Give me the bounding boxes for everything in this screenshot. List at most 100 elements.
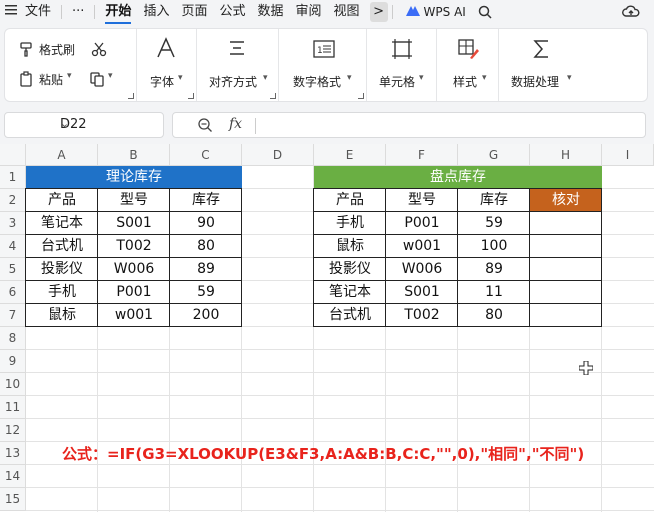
select-all-corner[interactable] bbox=[0, 144, 26, 166]
cell-dropdown-icon[interactable]: ▾ bbox=[419, 73, 424, 83]
wps-ai-button[interactable]: WPS AI bbox=[405, 5, 466, 20]
menu-view[interactable]: 视图 bbox=[328, 0, 366, 24]
number-format-button[interactable]: 数字格式 bbox=[293, 73, 341, 90]
row-header[interactable]: 7 bbox=[0, 304, 26, 327]
table-right-cell[interactable]: 笔记本 bbox=[314, 281, 386, 304]
cell-button[interactable]: 单元格 bbox=[379, 73, 415, 90]
style-icon[interactable] bbox=[457, 38, 479, 64]
table-left-cell[interactable]: 59 bbox=[170, 281, 242, 304]
formula-input[interactable]: fx bbox=[172, 112, 646, 138]
style-dropdown-icon[interactable]: ▾ bbox=[482, 73, 487, 83]
check-cell[interactable] bbox=[530, 281, 602, 304]
table-right-cell[interactable]: S001 bbox=[386, 281, 458, 304]
table-right-cell[interactable]: 鼠标 bbox=[314, 235, 386, 258]
table-left-cell[interactable]: P001 bbox=[98, 281, 170, 304]
check-cell[interactable] bbox=[530, 212, 602, 235]
sum-icon[interactable] bbox=[531, 38, 553, 64]
row-header[interactable]: 9 bbox=[0, 350, 26, 373]
number-format-icon[interactable]: 1 bbox=[313, 38, 335, 64]
paste-button[interactable]: 粘贴 bbox=[39, 71, 63, 88]
column-header[interactable]: A bbox=[26, 144, 98, 166]
menu-more[interactable]: ··· bbox=[66, 0, 90, 24]
menu-formula[interactable]: 公式 bbox=[213, 0, 251, 24]
row-header[interactable]: 15 bbox=[0, 488, 26, 511]
column-header[interactable]: D bbox=[242, 144, 314, 166]
data-process-button[interactable]: 数据处理 bbox=[511, 73, 559, 90]
row-header[interactable]: 2 bbox=[0, 189, 26, 212]
menu-home[interactable]: 开始 bbox=[99, 0, 137, 24]
font-button[interactable]: 字体 bbox=[150, 73, 174, 90]
copy-icon[interactable] bbox=[89, 71, 105, 91]
table-left-cell[interactable]: 台式机 bbox=[26, 235, 98, 258]
table-left-cell[interactable]: W006 bbox=[98, 258, 170, 281]
row-header[interactable]: 3 bbox=[0, 212, 26, 235]
format-painter-icon[interactable] bbox=[19, 41, 35, 61]
column-header[interactable]: E bbox=[314, 144, 386, 166]
menu-review[interactable]: 审阅 bbox=[290, 0, 328, 24]
font-icon[interactable] bbox=[155, 37, 177, 63]
table-right-cell[interactable]: 59 bbox=[458, 212, 530, 235]
zoom-icon[interactable] bbox=[197, 117, 213, 133]
column-header[interactable]: I bbox=[602, 144, 654, 166]
table-left-cell[interactable]: T002 bbox=[98, 235, 170, 258]
menu-data[interactable]: 数据 bbox=[251, 0, 289, 24]
table-left-cell[interactable]: 89 bbox=[170, 258, 242, 281]
fx-icon[interactable]: fx bbox=[229, 116, 242, 132]
align-button[interactable]: 对齐方式 bbox=[209, 73, 257, 90]
row-header[interactable]: 11 bbox=[0, 396, 26, 419]
row-header[interactable]: 12 bbox=[0, 419, 26, 442]
row-header[interactable]: 8 bbox=[0, 327, 26, 350]
row-header[interactable]: 14 bbox=[0, 465, 26, 488]
copy-dropdown-icon[interactable]: ▾ bbox=[108, 71, 113, 81]
table-right-cell[interactable]: 台式机 bbox=[314, 304, 386, 327]
table-right-cell[interactable]: 投影仪 bbox=[314, 258, 386, 281]
expand-corner-icon[interactable] bbox=[358, 93, 364, 99]
name-box[interactable]: D22 ⌄ bbox=[4, 112, 164, 138]
align-dropdown-icon[interactable]: ▾ bbox=[263, 73, 268, 83]
table-left-cell[interactable]: 80 bbox=[170, 235, 242, 258]
row-header[interactable]: 6 bbox=[0, 281, 26, 304]
menu-insert[interactable]: 插入 bbox=[137, 0, 175, 24]
column-header[interactable]: H bbox=[530, 144, 602, 166]
font-dropdown-icon[interactable]: ▾ bbox=[178, 73, 183, 83]
data-process-dropdown-icon[interactable]: ▾ bbox=[567, 73, 572, 83]
column-header[interactable]: G bbox=[458, 144, 530, 166]
table-right-cell[interactable]: T002 bbox=[386, 304, 458, 327]
check-cell[interactable] bbox=[530, 235, 602, 258]
row-header[interactable]: 5 bbox=[0, 258, 26, 281]
table-right-cell[interactable]: W006 bbox=[386, 258, 458, 281]
table-left-cell[interactable]: w001 bbox=[98, 304, 170, 327]
expand-corner-icon[interactable] bbox=[188, 93, 194, 99]
row-header[interactable]: 13 bbox=[0, 442, 26, 465]
table-right-cell[interactable]: w001 bbox=[386, 235, 458, 258]
menu-icon[interactable] bbox=[5, 4, 19, 20]
spreadsheet-grid[interactable]: A B C D E F G H I 1 2 3 4 5 6 7 8 9 10 11 12 13 14 15 理论库存 产品 型号 库存… bbox=[0, 144, 654, 512]
cloud-upload-icon[interactable] bbox=[622, 3, 640, 21]
column-header[interactable]: B bbox=[98, 144, 170, 166]
row-header[interactable]: 1 bbox=[0, 166, 26, 189]
table-left-cell[interactable]: 鼠标 bbox=[26, 304, 98, 327]
table-left-cell[interactable]: 手机 bbox=[26, 281, 98, 304]
cut-icon[interactable] bbox=[91, 41, 107, 61]
paste-icon[interactable] bbox=[19, 71, 35, 91]
row-header[interactable]: 10 bbox=[0, 373, 26, 396]
check-cell[interactable] bbox=[530, 304, 602, 327]
chevron-down-icon[interactable]: ⌄ bbox=[60, 117, 155, 130]
style-button[interactable]: 样式 bbox=[453, 73, 477, 90]
expand-corner-icon[interactable] bbox=[270, 93, 276, 99]
search-icon[interactable] bbox=[472, 0, 498, 24]
cell-icon[interactable] bbox=[391, 38, 413, 64]
table-right-cell[interactable]: 89 bbox=[458, 258, 530, 281]
chevron-right-icon[interactable]: > bbox=[369, 2, 388, 22]
table-right-cell[interactable]: 80 bbox=[458, 304, 530, 327]
table-right-cell[interactable]: 手机 bbox=[314, 212, 386, 235]
menu-file[interactable]: 文件 bbox=[19, 0, 57, 24]
number-format-dropdown-icon[interactable]: ▾ bbox=[347, 73, 352, 83]
table-right-cell[interactable]: 11 bbox=[458, 281, 530, 304]
table-left-cell[interactable]: 笔记本 bbox=[26, 212, 98, 235]
paste-dropdown-icon[interactable]: ▾ bbox=[67, 71, 72, 81]
table-left-cell[interactable]: 90 bbox=[170, 212, 242, 235]
format-painter-button[interactable]: 格式刷 bbox=[39, 41, 75, 58]
align-icon[interactable] bbox=[227, 39, 247, 63]
column-header[interactable]: C bbox=[170, 144, 242, 166]
